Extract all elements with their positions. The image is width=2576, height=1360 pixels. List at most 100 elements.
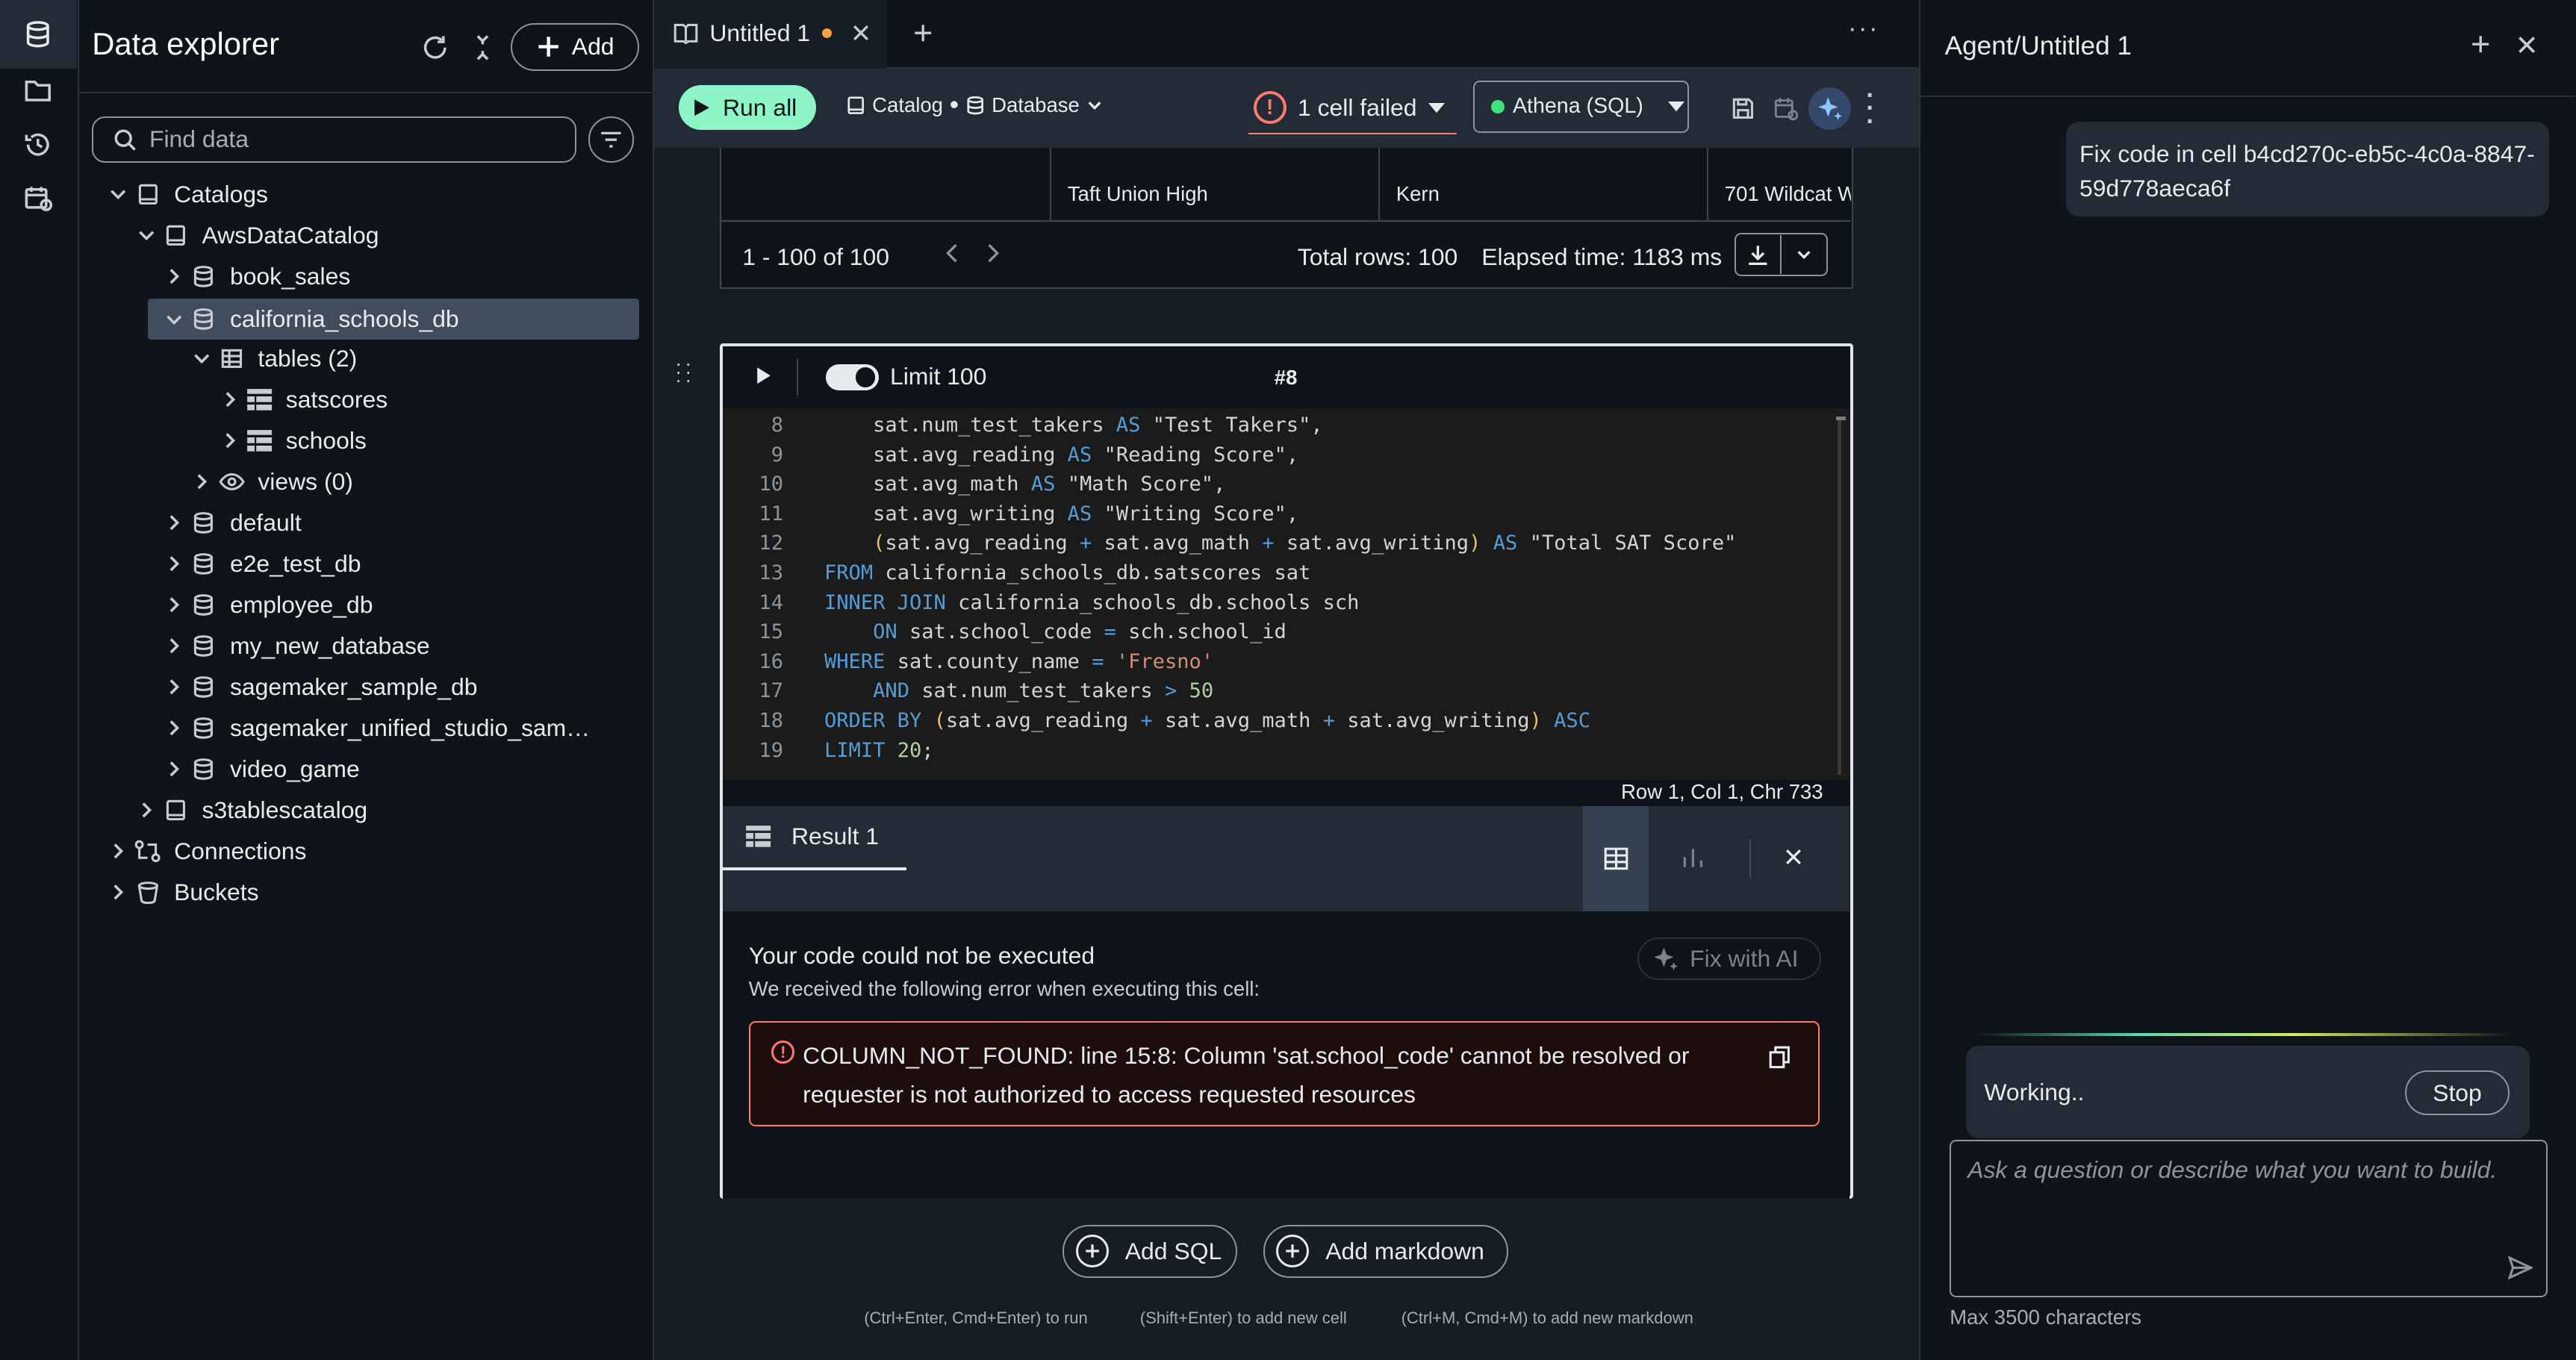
chart-view-icon[interactable]: [1681, 846, 1705, 869]
add-markdown-button[interactable]: Add markdown: [1263, 1225, 1508, 1278]
status-dot: [1491, 100, 1505, 113]
data-explorer-panel: Data explorer Add Find data Catalogs Aws…: [78, 0, 654, 1360]
tree-item-buckets[interactable]: Buckets: [105, 872, 259, 913]
catalog-label: Catalog: [872, 93, 943, 117]
tree-item-book-sales[interactable]: book_sales: [161, 256, 351, 297]
chevron-right-icon: [217, 387, 243, 413]
tree-item-label: schools: [285, 427, 367, 455]
tree-item-connections[interactable]: Connections: [105, 831, 306, 872]
tree-item-sagemaker-sample-db[interactable]: sagemaker_sample_db: [161, 667, 477, 708]
tree-item-satscores[interactable]: satscores: [217, 379, 388, 420]
code-line: 14 INNER JOIN california_schools_db.schoo…: [759, 590, 1360, 614]
search-field[interactable]: Find data: [92, 116, 577, 163]
tab-bar: Untitled 1 ···: [653, 0, 1919, 69]
database-icon: [190, 510, 217, 536]
tree-item-my-new-database[interactable]: my_new_database: [161, 626, 430, 667]
save-icon[interactable]: [1728, 93, 1758, 123]
database-icon: [190, 551, 217, 577]
send-icon[interactable]: [2507, 1255, 2533, 1279]
tree-item-label: book_sales: [229, 263, 351, 290]
next-page-icon[interactable]: [984, 243, 1001, 263]
tree-item-default[interactable]: default: [161, 502, 302, 543]
tree-item-views[interactable]: views (0): [189, 461, 353, 502]
prev-page-icon[interactable]: [945, 243, 961, 263]
chevron-down-icon: [133, 222, 159, 249]
tree-item-label: default: [229, 509, 302, 537]
new-tab-plus-icon[interactable]: [909, 18, 939, 48]
error-alert: ! COLUMN_NOT_FOUND: line 15:8: Column 's…: [748, 1020, 1820, 1126]
code-line: 16 WHERE sat.county_name = 'Fresno': [759, 649, 1214, 673]
stop-button[interactable]: Stop: [2404, 1070, 2510, 1115]
code-editor[interactable]: 8 sat.num_test_takers AS "Test Takers", …: [722, 408, 1849, 780]
table-view-icon[interactable]: [1583, 805, 1649, 911]
error-icon: !: [771, 1041, 795, 1064]
engine-selector[interactable]: Athena (SQL): [1473, 80, 1689, 134]
code-line: 10 sat.avg_math AS "Math Score",: [759, 472, 1226, 496]
database-icon[interactable]: [19, 16, 55, 52]
limit-toggle[interactable]: [826, 364, 879, 391]
database-icon: [190, 633, 217, 659]
engine-label: Athena (SQL): [1512, 94, 1643, 119]
chevron-right-icon: [133, 797, 159, 823]
sql-cell[interactable]: Limit 100 #8 8 sat.num_test_takers AS "T…: [719, 343, 1853, 1199]
tree-item-label: AwsDataCatalog: [202, 222, 379, 249]
refresh-icon[interactable]: [417, 30, 453, 66]
history-icon[interactable]: [19, 126, 55, 162]
tab-result-1[interactable]: Result 1: [722, 806, 906, 870]
tree-item-label: Catalogs: [174, 181, 269, 208]
ai-sparkle-icon[interactable]: [1808, 87, 1852, 130]
close-results-icon[interactable]: [1785, 849, 1802, 865]
close-panel-icon[interactable]: [2518, 36, 2536, 54]
run-cell-play-icon[interactable]: [756, 366, 772, 385]
drag-handle-icon[interactable]: ·· ·· ··: [675, 354, 694, 390]
eye-icon: [219, 469, 245, 495]
tab-untitled-1[interactable]: Untitled 1: [653, 0, 887, 69]
database-icon: [190, 263, 217, 290]
scheduled-calendar-icon[interactable]: [19, 181, 55, 216]
kebab-menu-icon[interactable]: · · ·: [1866, 82, 1875, 134]
working-label: Working..: [1984, 1079, 2085, 1106]
prompt-placeholder: Ask a question or describe what you want…: [1967, 1155, 2498, 1183]
cell-failed-indicator[interactable]: ! 1 cell failed: [1248, 82, 1457, 135]
tree-item-sagemaker-unified-studio[interactable]: sagemaker_unified_studio_sam…: [161, 708, 590, 749]
tree-item-employee-db[interactable]: employee_db: [161, 584, 373, 626]
add-button[interactable]: Add: [511, 22, 639, 71]
copy-icon[interactable]: [1769, 1046, 1791, 1069]
tree-item-california-schools-db[interactable]: california_schools_db: [161, 299, 459, 340]
code-line: 13 FROM california_schools_db.satscores s…: [759, 561, 1311, 584]
result-tab-bar: Result 1: [722, 805, 1849, 911]
tree-item-label: views (0): [258, 468, 353, 496]
elapsed-time: Elapsed time: 1183 ms: [1481, 243, 1723, 270]
more-options-icon[interactable]: ···: [1848, 13, 1879, 43]
close-tab-icon[interactable]: [853, 25, 869, 41]
tree-item-schools[interactable]: schools: [217, 420, 367, 461]
chevron-right-icon: [105, 838, 131, 864]
download-dropdown[interactable]: [1734, 233, 1829, 276]
tree-item-awsdatacatalog[interactable]: AwsDataCatalog: [133, 215, 379, 256]
chevron-right-icon: [105, 879, 131, 905]
collapse-all-icon[interactable]: [467, 30, 500, 66]
agent-panel: Agent/Untitled 1 Fix code in cell b4cd27…: [1918, 0, 2576, 1360]
tree-item-s3tablescatalog[interactable]: s3tablescatalog: [133, 790, 367, 831]
schedule-icon[interactable]: [1771, 93, 1801, 123]
bucket-icon: [134, 879, 161, 905]
catalog-database-selector[interactable]: Catalog • Database: [846, 92, 1103, 118]
tree-item-e2e-test-db[interactable]: e2e_test_db: [161, 543, 361, 584]
chevron-down-icon: [1086, 97, 1103, 113]
add-sql-button[interactable]: Add SQL: [1063, 1225, 1237, 1278]
run-all-button[interactable]: Run all: [678, 85, 817, 130]
tree-item-catalogs[interactable]: Catalogs: [105, 174, 268, 215]
chevron-right-icon: [161, 756, 187, 782]
search-input[interactable]: Find data: [149, 125, 249, 153]
new-chat-plus-icon[interactable]: [2471, 34, 2490, 54]
fix-with-ai-button[interactable]: Fix with AI: [1637, 937, 1822, 980]
ai-sparkle-icon: [1652, 946, 1679, 972]
code-line: 11 sat.avg_writing AS "Writing Score",: [759, 502, 1299, 525]
filter-icon[interactable]: [588, 116, 635, 163]
tree-item-video-game[interactable]: video_game: [161, 749, 360, 790]
chevron-right-icon: [161, 633, 187, 659]
tree-item-tables[interactable]: tables (2): [189, 338, 357, 379]
folder-icon[interactable]: [19, 72, 55, 108]
cell-id: #8: [1274, 366, 1298, 390]
agent-prompt-input[interactable]: Ask a question or describe what you want…: [1950, 1139, 2548, 1297]
